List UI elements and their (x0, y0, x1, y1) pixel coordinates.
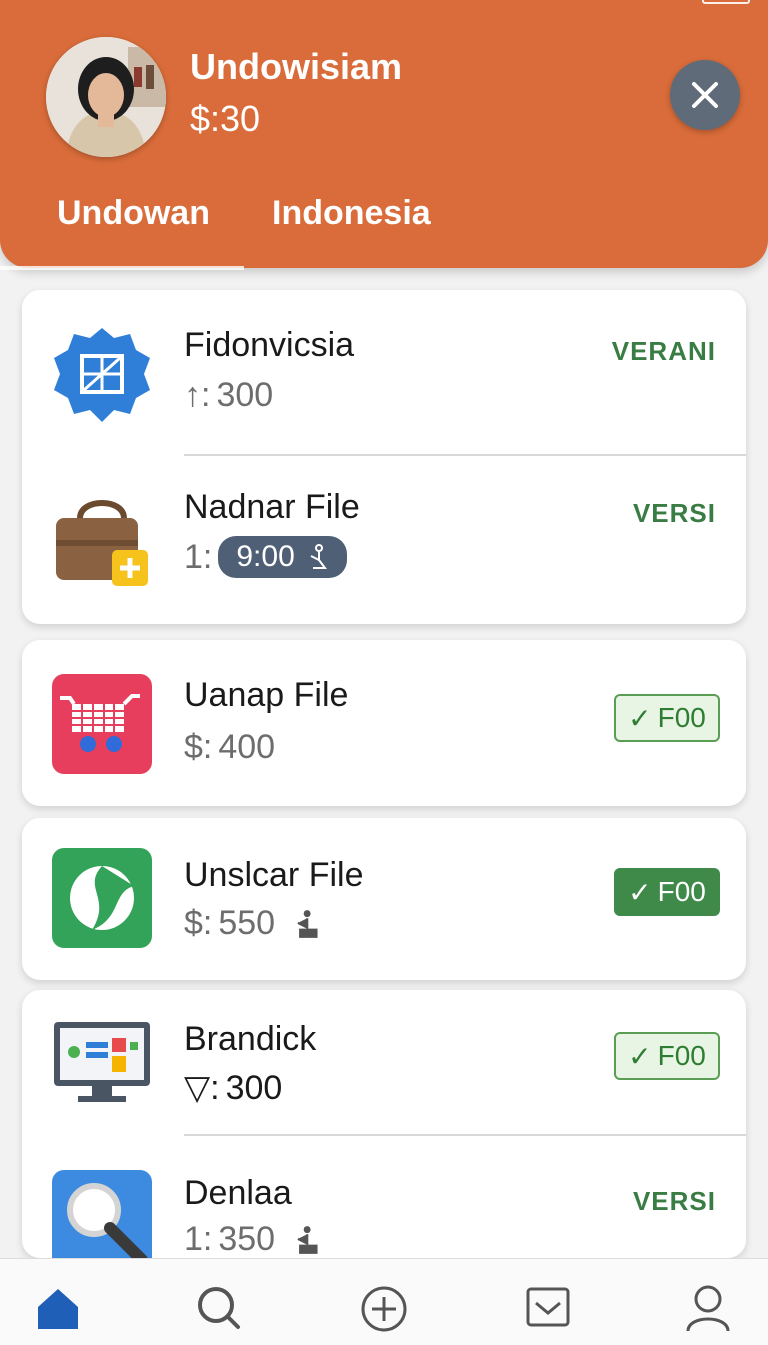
person-cart-icon (297, 1225, 318, 1254)
file-card[interactable]: Unslcar File $: 550 ✓ F00 (22, 818, 746, 980)
user-name: Undowisiam (190, 46, 403, 87)
person-cart-icon (297, 909, 318, 938)
item-time: 1: 9:00 (184, 536, 347, 578)
profile-header: Undowisiam $:30 Undowan Indonesia (0, 0, 768, 268)
item-value: 300 (225, 1068, 283, 1107)
battery-icon (702, 0, 750, 4)
cart-icon (52, 674, 152, 774)
status-label: VERSI (632, 1186, 716, 1216)
item-amount: ↑: 300 (184, 376, 273, 415)
close-icon (692, 82, 718, 108)
item-prefix: $: (184, 728, 213, 766)
gallery-badge-icon (52, 326, 152, 426)
item-value: 550 (218, 904, 276, 942)
status-badge[interactable]: ✓ F00 (614, 1032, 720, 1080)
monitor-dashboard-icon (52, 1016, 152, 1116)
tab-undowan[interactable]: Undowan (57, 194, 210, 233)
badge-label: F00 (657, 702, 706, 733)
active-tab-indicator (0, 266, 244, 270)
item-title: Unslcar File (184, 856, 364, 894)
search-icon (198, 1287, 240, 1329)
item-title: Fidonvicsia (184, 326, 355, 364)
item-prefix: 1: (184, 1220, 213, 1258)
nav-search[interactable] (190, 1283, 250, 1343)
list-item[interactable]: Brandick ▽: 300 ✓ F00 (22, 990, 746, 1134)
item-value: 300 (216, 376, 274, 414)
person-cart-icon (310, 544, 327, 569)
item-prefix: $: (184, 904, 213, 942)
close-button[interactable] (670, 60, 740, 130)
item-amount: $: 400 (184, 728, 275, 767)
status-icons (610, 0, 750, 6)
tab-indonesia[interactable]: Indonesia (272, 194, 431, 233)
item-amount: ▽: 300 (184, 1068, 282, 1108)
status-badge[interactable]: ✓ F00 (614, 868, 720, 916)
file-card[interactable]: Uanap File $: 400 ✓ F00 (22, 640, 746, 806)
item-title: Uanap File (184, 676, 349, 714)
inbox-icon (526, 1287, 570, 1327)
list-item[interactable]: Fidonvicsia ↑: 300 VERANI (22, 290, 746, 454)
item-prefix: ↑: (184, 376, 211, 414)
status-badge[interactable]: ✓ F00 (614, 694, 720, 742)
user-balance: $:30 (190, 98, 261, 139)
bottom-navigation (0, 1258, 768, 1345)
green-swirl-icon (52, 848, 152, 948)
time-pill[interactable]: 9:00 (218, 536, 347, 578)
avatar[interactable] (46, 37, 166, 157)
check-icon: ✓ (628, 702, 652, 734)
home-icon (38, 1289, 78, 1329)
file-card-group: Brandick ▽: 300 ✓ F00 Denlaa 1: 350 VERSI (22, 990, 746, 1270)
nav-home[interactable] (28, 1283, 88, 1343)
magnifier-icon (52, 1170, 152, 1270)
list-item[interactable]: Denlaa 1: 350 VERSI (22, 1136, 746, 1270)
status-label: VERSI (632, 498, 716, 528)
item-title: Denlaa (184, 1174, 292, 1212)
profile-icon (686, 1285, 730, 1332)
badge-label: F00 (657, 876, 706, 907)
status-label: VERANI (611, 336, 716, 366)
item-prefix: 1: (184, 537, 213, 576)
list-item[interactable]: Nadnar File 1: 9:00 VERSI (22, 456, 746, 624)
item-amount: 1: 350 (184, 1220, 321, 1259)
bag-add-icon (52, 488, 152, 588)
badge-label: F00 (657, 1040, 706, 1071)
check-icon: ✓ (628, 1040, 652, 1072)
nav-profile[interactable] (678, 1283, 738, 1343)
nav-inbox[interactable] (518, 1283, 578, 1343)
time-value: 9:00 (236, 540, 295, 573)
item-title: Nadnar File (184, 488, 360, 526)
item-title: Brandick (184, 1020, 317, 1058)
item-value: 400 (218, 728, 276, 766)
check-icon: ✓ (628, 876, 652, 908)
nav-add[interactable] (354, 1283, 414, 1343)
item-amount: $: 550 (184, 904, 321, 943)
item-value: 350 (218, 1220, 276, 1258)
add-circle-icon (361, 1286, 407, 1332)
item-prefix: ▽: (184, 1069, 220, 1107)
file-card-group: Fidonvicsia ↑: 300 VERANI Nadnar File 1:… (22, 290, 746, 624)
status-bar (0, 0, 768, 10)
